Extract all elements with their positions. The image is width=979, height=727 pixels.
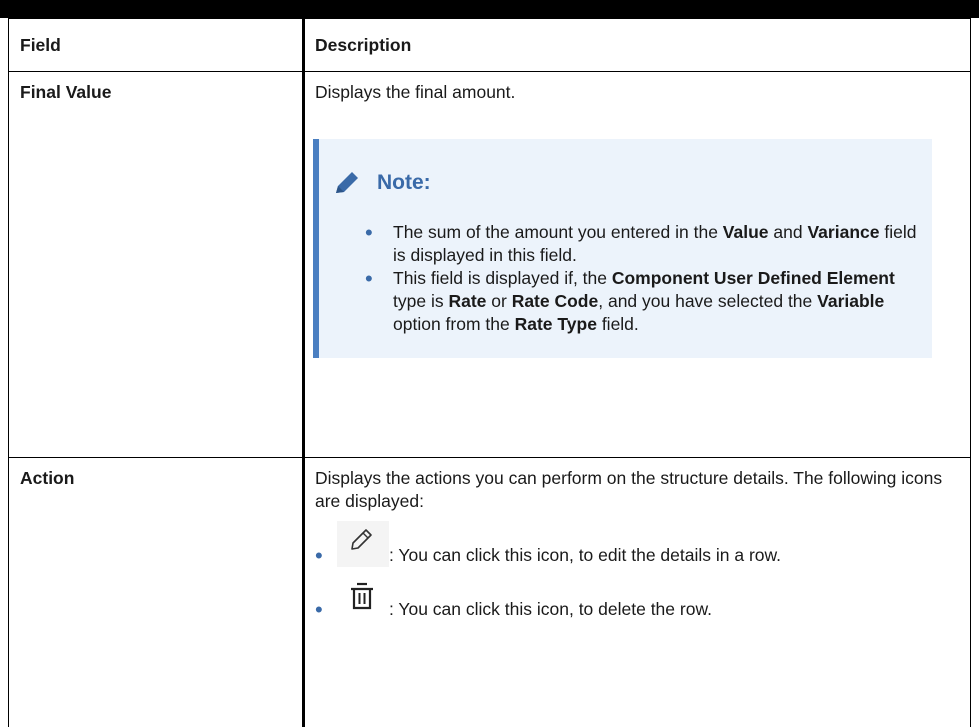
note-text: option from the xyxy=(393,314,515,334)
note-heading: Note: xyxy=(333,169,932,197)
note-text: This field is displayed if, the xyxy=(393,268,612,288)
note-list-item: • This field is displayed if, the Compone… xyxy=(333,267,932,336)
bold-term: Variance xyxy=(807,222,879,242)
table-header-row: Field Description xyxy=(9,19,971,72)
icon-description: : You can click this icon, to delete the… xyxy=(389,599,712,619)
note-list-item: • The sum of the amount you entered in th… xyxy=(333,221,932,267)
pencil-note-icon xyxy=(333,170,363,196)
bold-term: Variable xyxy=(817,291,884,311)
bold-term: Rate Code xyxy=(512,291,599,311)
bullet: • xyxy=(365,267,373,290)
trash-icon xyxy=(337,575,389,621)
bullet: • xyxy=(365,221,373,244)
field-name: Final Value xyxy=(9,72,304,458)
note-text: field. xyxy=(597,314,639,334)
note-text: , and you have selected the xyxy=(598,291,817,311)
bold-term: Value xyxy=(723,222,769,242)
table-row: Final Value Displays the final amount. N… xyxy=(9,72,971,458)
icon-description: : You can click this icon, to edit the d… xyxy=(389,545,781,565)
bullet: • xyxy=(315,598,323,621)
field-description: Displays the actions you can perform on … xyxy=(304,458,971,727)
note-text: or xyxy=(486,291,511,311)
list-item: • : You can click this icon, to delete t… xyxy=(315,575,960,621)
bold-term: Component User Defined Element xyxy=(612,268,895,288)
field-name: Action xyxy=(9,458,304,727)
note-list: • The sum of the amount you entered in th… xyxy=(333,221,932,336)
note-box: Note: • The sum of the amount you entered… xyxy=(313,139,932,358)
bullet: • xyxy=(315,544,323,567)
header-description: Description xyxy=(304,19,971,72)
bold-term: Rate Type xyxy=(515,314,597,334)
header-field: Field xyxy=(9,19,304,72)
bold-term: Rate xyxy=(448,291,486,311)
field-description: Displays the final amount. Note: • The su… xyxy=(304,72,971,458)
note-text: and xyxy=(769,222,808,242)
pencil-icon xyxy=(337,521,389,567)
field-description-table: Field Description Final Value Displays t… xyxy=(8,18,971,727)
note-title: Note: xyxy=(377,169,431,197)
page-top-bar xyxy=(0,0,979,18)
note-text: The sum of the amount you entered in the xyxy=(393,222,723,242)
description-text: Displays the actions you can perform on … xyxy=(315,467,960,513)
list-item: • : You can click this icon, to edit the… xyxy=(315,521,960,567)
table-row: Action Displays the actions you can perf… xyxy=(9,458,971,727)
description-text: Displays the final amount. xyxy=(315,81,960,104)
note-text: type is xyxy=(393,291,448,311)
